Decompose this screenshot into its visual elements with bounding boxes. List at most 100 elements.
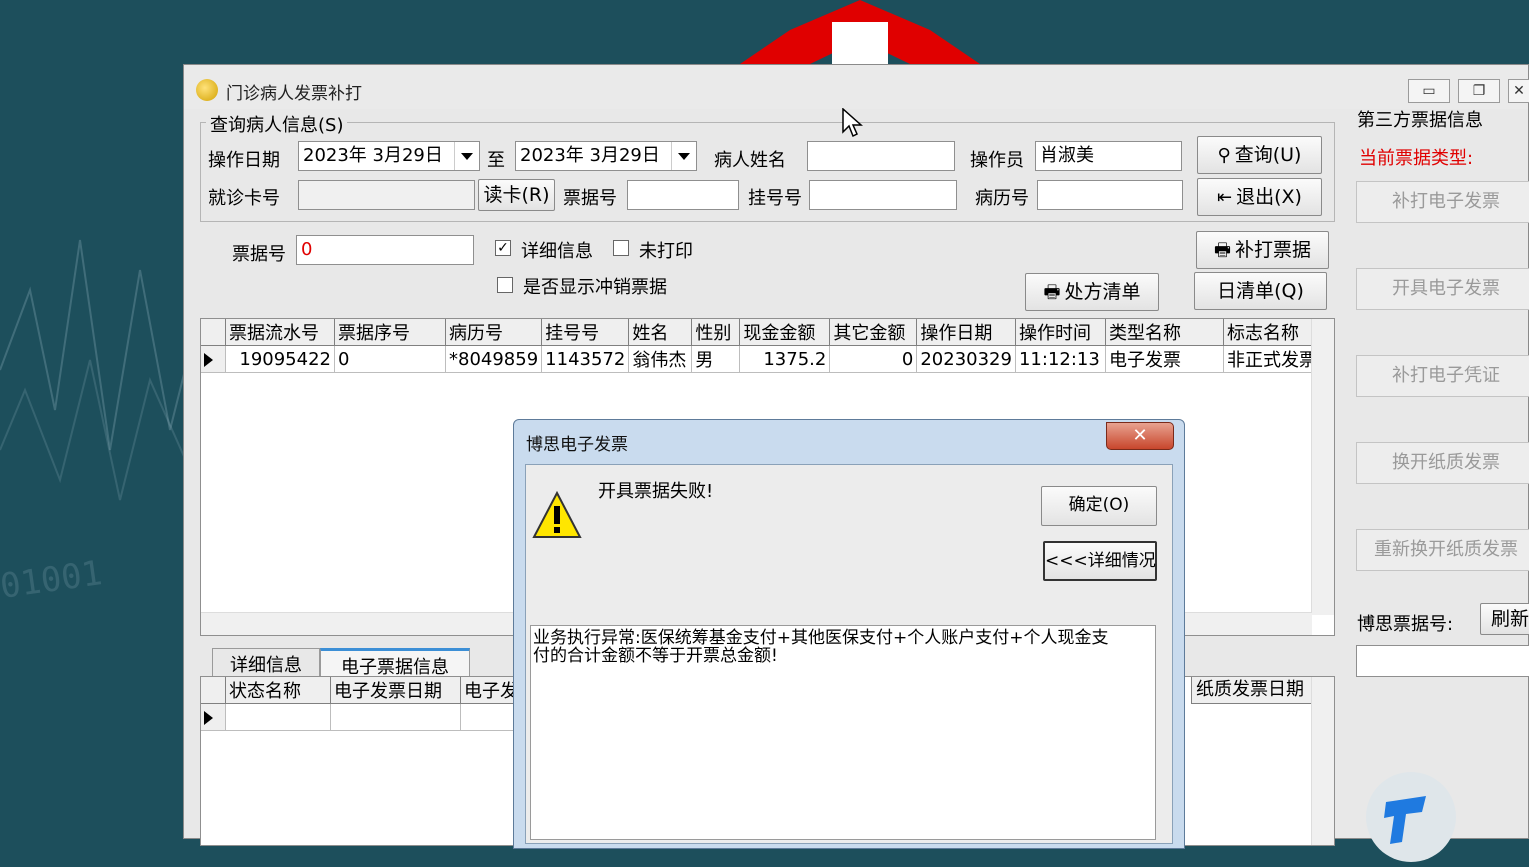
col-header[interactable]: 病历号 — [445, 319, 543, 346]
operator-input[interactable]: 肖淑美 — [1035, 141, 1182, 171]
detail-vertical-scrollbar[interactable] — [1311, 677, 1334, 845]
unprinted-checkbox-label: 未打印 — [639, 241, 693, 262]
patient-name-input[interactable] — [807, 141, 955, 171]
col-header[interactable]: 现金金额 — [739, 319, 831, 346]
detail-checkbox[interactable]: ✓ — [495, 240, 511, 256]
reg-no-label: 挂号号 — [748, 188, 802, 209]
window-titlebar[interactable]: 门诊病人发票补打 ▭ ❐ ✕ — [184, 65, 1529, 109]
exit-button[interactable]: ⇤ 退出(X) — [1197, 178, 1322, 216]
receipt-no-label: 票据号 — [563, 188, 617, 209]
detail-checkbox-label: 详细信息 — [521, 241, 593, 262]
chevron-down-icon[interactable] — [671, 142, 696, 170]
minimize-button[interactable]: ▭ — [1408, 79, 1450, 103]
table-cell[interactable]: 0 — [334, 345, 446, 373]
to-label: 至 — [487, 150, 505, 171]
reprint-button-label: 补打票据 — [1234, 239, 1311, 261]
reprint-e-voucher-button[interactable]: 补打电子凭证 — [1356, 355, 1529, 397]
table-cell[interactable]: 1143572 — [541, 345, 630, 373]
table-cell[interactable]: 0 — [829, 345, 918, 373]
floating-assistant-icon[interactable] — [1366, 772, 1456, 862]
dialog-title: 博思电子发票 — [526, 435, 628, 455]
bank-logo — [740, 0, 980, 64]
row-indicator[interactable] — [201, 345, 226, 373]
ok-button[interactable]: 确定(O) — [1041, 486, 1157, 526]
dialog-body: 开具票据失败! 确定(O) <<<详细情况 业务执行异常:医保统筹基金支付+其他… — [525, 464, 1173, 844]
receipt-table: 票据流水号 票据序号 病历号 挂号号 姓名 性别 现金金额 其它金额 操作日期 … — [201, 319, 1328, 373]
table-header-row: 状态名称 电子发票日期 电子发 — [201, 677, 531, 704]
table-cell[interactable]: 19095422 — [225, 345, 335, 373]
table-row[interactable]: 19095422 0 *8049859 1143572 翁伟杰 男 1375.2… — [201, 345, 1328, 373]
query-group-title: 查询病人信息(S) — [206, 111, 348, 137]
bosi-receipt-input[interactable] — [1356, 645, 1529, 677]
current-type-label: 当前票据类型: — [1359, 148, 1474, 169]
mouse-cursor-icon — [842, 108, 863, 138]
reprint-button[interactable]: 🖶 补打票据 — [1196, 231, 1329, 269]
issue-e-invoice-button[interactable]: 开具电子发票 — [1356, 268, 1529, 310]
date-from-combo[interactable]: 2023年 3月29日 — [298, 141, 480, 171]
col-header[interactable]: 性别 — [691, 319, 741, 346]
col-header[interactable]: 操作时间 — [1015, 319, 1106, 346]
receipt-input[interactable]: 0 — [296, 235, 474, 265]
table-cell[interactable]: *8049859 — [445, 345, 543, 373]
unprinted-checkbox[interactable] — [613, 240, 629, 256]
col-header[interactable]: 状态名称 — [225, 677, 331, 704]
col-header[interactable]: 操作日期 — [916, 319, 1016, 346]
table-cell[interactable]: 电子发票 — [1105, 345, 1224, 373]
col-header[interactable]: 挂号号 — [541, 319, 630, 346]
error-dialog: 博思电子发票 ✕ 开具票据失败! 确定(O) <<<详细情况 业务执行异常:医保… — [513, 419, 1185, 849]
dialog-message: 开具票据失败! — [598, 481, 714, 502]
show-reversal-checkbox[interactable] — [497, 277, 513, 293]
card-label: 就诊卡号 — [208, 188, 280, 209]
patient-name-label: 病人姓名 — [714, 150, 786, 171]
dialog-close-button[interactable]: ✕ — [1106, 422, 1174, 450]
error-detail-text[interactable]: 业务执行异常:医保统筹基金支付+其他医保支付+个人账户支付+个人现金支付的合计金… — [530, 625, 1156, 840]
col-header[interactable]: 其它金额 — [829, 319, 918, 346]
prescription-button-label: 处方清单 — [1064, 281, 1141, 303]
receipt-no-input[interactable] — [627, 180, 739, 210]
col-header[interactable]: 类型名称 — [1105, 319, 1224, 346]
read-card-button[interactable]: 读卡(R) — [478, 179, 555, 211]
chevron-down-icon[interactable] — [454, 142, 479, 170]
app-icon — [196, 79, 218, 101]
row-indicator[interactable] — [201, 703, 226, 731]
col-header[interactable]: 票据序号 — [334, 319, 446, 346]
table-header-row: 票据流水号 票据序号 病历号 挂号号 姓名 性别 现金金额 其它金额 操作日期 … — [201, 319, 1328, 346]
refresh-button[interactable]: 刷新 — [1480, 603, 1529, 635]
row-pointer-icon — [204, 352, 213, 367]
daily-list-button[interactable]: 日清单(Q) — [1194, 272, 1327, 310]
record-no-input[interactable] — [1037, 180, 1183, 210]
grid-vertical-scrollbar[interactable] — [1311, 319, 1334, 615]
table-cell[interactable] — [225, 703, 331, 731]
table-cell[interactable]: 翁伟杰 — [628, 345, 693, 373]
table-cell[interactable]: 1375.2 — [739, 345, 831, 373]
maximize-button[interactable]: ❐ — [1458, 79, 1500, 103]
table-row[interactable] — [201, 703, 531, 731]
query-button-label: 查询(U) — [1234, 144, 1302, 166]
table-cell[interactable]: 男 — [691, 345, 741, 373]
table-cell[interactable] — [330, 703, 461, 731]
row-pointer-icon — [204, 710, 213, 725]
col-header[interactable]: 票据流水号 — [225, 319, 335, 346]
table-cell[interactable]: 11:12:13 — [1015, 345, 1106, 373]
date-from-value: 2023年 3月29日 — [303, 145, 443, 166]
col-header[interactable]: 电子发票日期 — [330, 677, 461, 704]
exchange-paper-invoice-button[interactable]: 换开纸质发票 — [1356, 442, 1529, 484]
reprint-e-invoice-button[interactable]: 补打电子发票 — [1356, 181, 1529, 223]
receipt-label: 票据号 — [232, 244, 286, 265]
date-to-combo[interactable]: 2023年 3月29日 — [515, 141, 697, 171]
window-title: 门诊病人发票补打 — [226, 84, 362, 104]
card-input[interactable] — [298, 180, 475, 210]
detail-table: 状态名称 电子发票日期 电子发 — [201, 677, 531, 731]
col-header[interactable]: 纸质发票日期 — [1191, 677, 1316, 704]
prescription-button[interactable]: 🖶 处方清单 — [1025, 273, 1159, 311]
record-no-label: 病历号 — [975, 188, 1029, 209]
operator-label: 操作员 — [970, 150, 1024, 171]
col-header[interactable]: 姓名 — [628, 319, 693, 346]
reg-no-input[interactable] — [809, 180, 957, 210]
query-button[interactable]: ⚲ 查询(U) — [1197, 136, 1322, 174]
window-close-button[interactable]: ✕ — [1508, 79, 1529, 103]
printer-icon: 🖶 — [1213, 240, 1231, 261]
details-button[interactable]: <<<详细情况 — [1043, 541, 1157, 581]
table-cell[interactable]: 20230329 — [916, 345, 1016, 373]
reexchange-paper-invoice-button[interactable]: 重新换开纸质发票 — [1356, 529, 1529, 571]
